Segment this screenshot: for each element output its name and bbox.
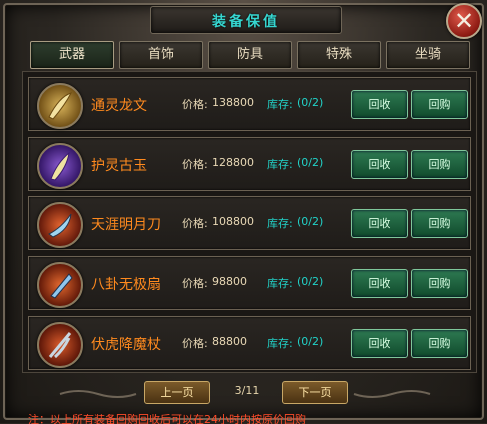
- stock-label: 库存:: [267, 217, 293, 230]
- item-row: 通灵龙文 价格: 138800 库存: (0/2) 回收 回购: [28, 77, 471, 131]
- rebuy-button[interactable]: 回购: [411, 150, 468, 179]
- tab-label: 首饰: [147, 47, 174, 62]
- jade-blade-icon: [37, 143, 83, 189]
- tab-special[interactable]: 特殊: [297, 41, 381, 69]
- price-value: 108800: [212, 215, 254, 228]
- close-icon: ✕: [453, 7, 475, 35]
- item-name: 天涯明月刀: [91, 217, 161, 233]
- equipment-value-window: 装备保值 ✕ 武器 首饰 防具 特殊 坐骑 通灵龙文 价格: 138800 库存…: [0, 0, 487, 424]
- tab-label: 坐骑: [414, 47, 441, 62]
- stock-value: (0/2): [297, 215, 324, 228]
- item-row: 天涯明月刀 价格: 108800 库存: (0/2) 回收 回购: [28, 196, 471, 250]
- stock-value: (0/2): [297, 96, 324, 109]
- stock-label: 库存:: [267, 98, 293, 111]
- price-value: 98800: [212, 275, 247, 288]
- stock-value: (0/2): [297, 156, 324, 169]
- tab-label: 武器: [58, 47, 85, 62]
- price-value: 88800: [212, 335, 247, 348]
- rebuy-button[interactable]: 回购: [411, 209, 468, 238]
- stock-label: 库存:: [267, 277, 293, 290]
- item-name: 通灵龙文: [91, 98, 147, 114]
- rebuy-button[interactable]: 回购: [411, 269, 468, 298]
- rebuy-button[interactable]: 回购: [411, 90, 468, 119]
- page-indicator: 3/11: [234, 384, 260, 397]
- price-label: 价格:: [182, 277, 208, 290]
- window-title: 装备保值: [212, 14, 280, 30]
- item-name: 护灵古玉: [91, 158, 147, 174]
- prev-page-button[interactable]: 上一页: [144, 381, 210, 404]
- sell-button[interactable]: 回收: [351, 329, 408, 358]
- bagua-fan-icon: [37, 262, 83, 308]
- price-label: 价格:: [182, 337, 208, 350]
- sell-button[interactable]: 回收: [351, 90, 408, 119]
- close-button[interactable]: ✕: [446, 3, 482, 39]
- price-label: 价格:: [182, 158, 208, 171]
- tab-mounts[interactable]: 坐骑: [386, 41, 470, 69]
- rebuy-button[interactable]: 回购: [411, 329, 468, 358]
- category-tabs: 武器 首饰 防具 特殊 坐骑: [30, 41, 470, 69]
- sell-button[interactable]: 回收: [351, 269, 408, 298]
- stock-value: (0/2): [297, 335, 324, 348]
- item-list: 通灵龙文 价格: 138800 库存: (0/2) 回收 回购 护灵古玉 价格:…: [22, 71, 477, 373]
- tab-jewelry[interactable]: 首饰: [119, 41, 203, 69]
- price-value: 138800: [212, 96, 254, 109]
- left-ornament-icon: [59, 390, 137, 398]
- tab-label: 特殊: [325, 47, 352, 62]
- next-page-button[interactable]: 下一页: [282, 381, 348, 404]
- price-label: 价格:: [182, 217, 208, 230]
- moon-saber-icon: [37, 202, 83, 248]
- tab-weapons[interactable]: 武器: [30, 41, 114, 69]
- price-value: 128800: [212, 156, 254, 169]
- dragon-blade-icon: [37, 83, 83, 129]
- sell-button[interactable]: 回收: [351, 150, 408, 179]
- right-ornament-icon: [353, 390, 431, 398]
- stock-label: 库存:: [267, 158, 293, 171]
- item-row: 伏虎降魔杖 价格: 88800 库存: (0/2) 回收 回购: [28, 316, 471, 370]
- stock-value: (0/2): [297, 275, 324, 288]
- item-row: 八卦无极扇 价格: 98800 库存: (0/2) 回收 回购: [28, 256, 471, 310]
- tab-armor[interactable]: 防具: [208, 41, 292, 69]
- stock-label: 库存:: [267, 337, 293, 350]
- tab-label: 防具: [236, 47, 263, 62]
- title-plate: 装备保值: [150, 6, 342, 34]
- price-label: 价格:: [182, 98, 208, 111]
- item-name: 伏虎降魔杖: [91, 337, 161, 353]
- sell-button[interactable]: 回收: [351, 209, 408, 238]
- item-row: 护灵古玉 价格: 128800 库存: (0/2) 回收 回购: [28, 137, 471, 191]
- item-name: 八卦无极扇: [91, 277, 161, 293]
- tiger-staff-icon: [37, 322, 83, 368]
